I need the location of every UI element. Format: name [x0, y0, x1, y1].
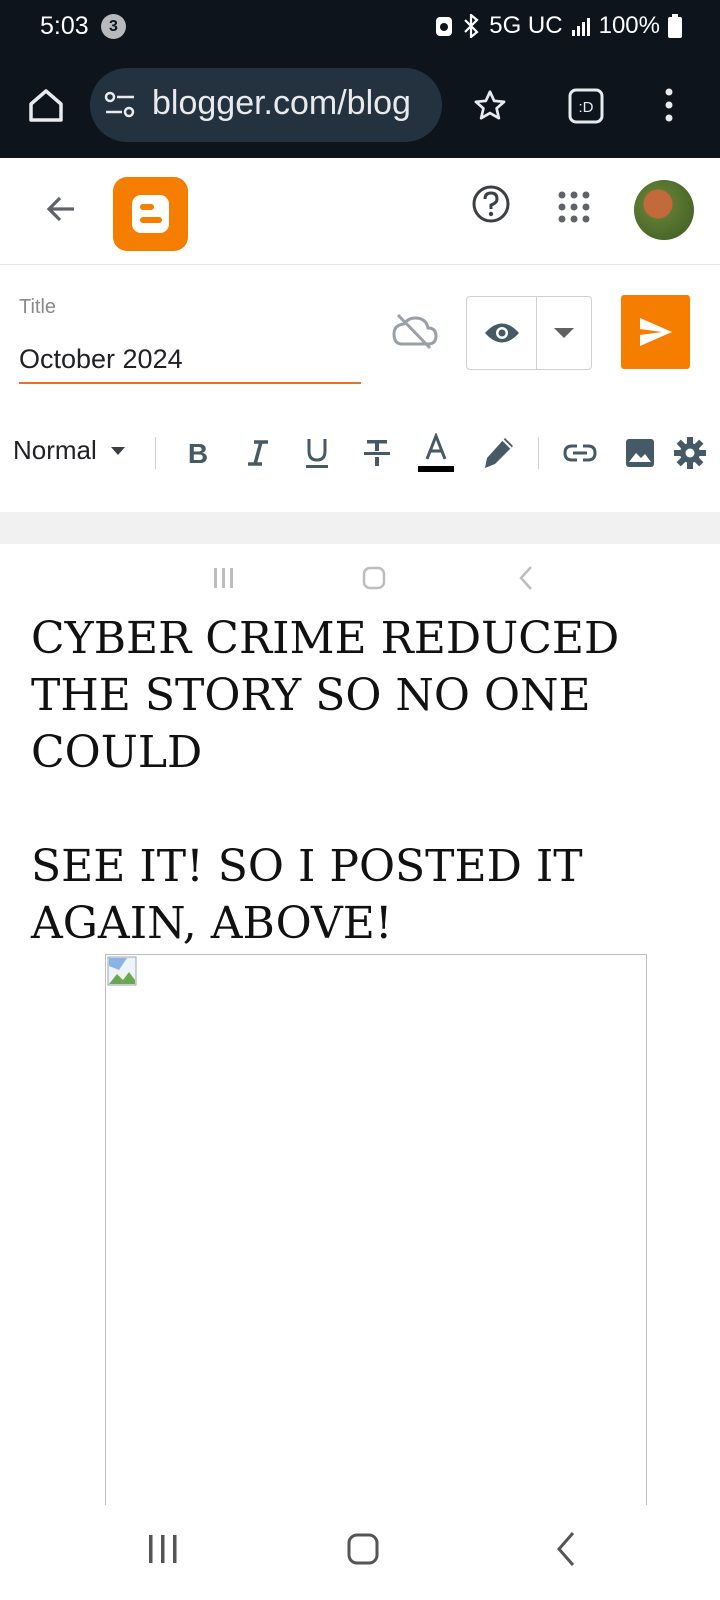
svg-text::D: :D: [579, 99, 594, 116]
bold-button[interactable]: B: [178, 433, 218, 473]
text-color-button[interactable]: [417, 433, 455, 473]
recent-apps-icon[interactable]: [148, 1533, 178, 1565]
system-navigation-bar: [0, 1505, 720, 1600]
home-icon[interactable]: [27, 86, 65, 124]
url-text[interactable]: blogger.com/blog: [152, 84, 411, 123]
blogger-logo-icon: [132, 195, 169, 233]
link-icon: [563, 444, 597, 462]
send-icon: [639, 318, 672, 346]
title-label: Title: [19, 296, 57, 318]
eye-icon: [484, 323, 519, 343]
help-icon[interactable]: [471, 184, 511, 224]
paragraph-format-label: Normal: [13, 435, 97, 465]
broken-image-icon: [107, 956, 137, 986]
apps-grid-icon[interactable]: [558, 191, 590, 223]
preview-button-group: [466, 296, 592, 370]
lock-notification-icon: [436, 17, 453, 36]
battery-icon: [668, 14, 682, 38]
status-indicators: 5G UC 100%: [435, 12, 682, 40]
blogger-header: [0, 158, 720, 265]
svg-text:B: B: [188, 439, 208, 467]
strikethrough-button[interactable]: [357, 433, 397, 473]
post-body-editor[interactable]: CYBER CRIME REDUCED THE STORY SO NO ONE …: [0, 544, 720, 1515]
bluetooth-icon: [464, 14, 479, 38]
broken-image-placeholder[interactable]: [105, 954, 647, 1515]
publish-button[interactable]: [621, 295, 690, 369]
back-nav-icon[interactable]: [556, 1531, 576, 1567]
post-title-input[interactable]: [19, 336, 361, 384]
battery-percent: 100%: [598, 12, 660, 39]
chevron-down-icon: [554, 328, 575, 338]
preview-dropdown-button[interactable]: [537, 297, 591, 369]
recent-apps-icon[interactable]: [212, 566, 236, 590]
blogger-logo[interactable]: [113, 177, 188, 251]
home-nav-icon[interactable]: [362, 566, 386, 590]
home-nav-icon[interactable]: [347, 1533, 379, 1565]
gear-icon: [674, 437, 706, 469]
site-settings-icon[interactable]: [104, 90, 136, 120]
user-avatar[interactable]: [634, 180, 694, 240]
address-bar[interactable]: blogger.com/blog: [90, 68, 442, 142]
highlight-button[interactable]: [478, 433, 518, 473]
toolbar-divider: [155, 437, 156, 469]
bookmark-star-icon[interactable]: [472, 88, 508, 124]
insert-image-button[interactable]: [620, 433, 660, 473]
insert-link-button[interactable]: [560, 433, 600, 473]
bold-icon: B: [188, 439, 208, 467]
signal-icon: [571, 18, 590, 36]
browser-toolbar: blogger.com/blog :D: [0, 52, 720, 160]
italic-button[interactable]: [238, 433, 278, 473]
underline-icon: [306, 439, 328, 468]
preview-button[interactable]: [467, 297, 538, 369]
paragraph-format-dropdown[interactable]: Normal: [13, 435, 125, 466]
settings-button[interactable]: [670, 433, 710, 473]
text-color-icon: [418, 433, 454, 472]
strikethrough-icon: [364, 440, 390, 466]
tab-switcher-icon[interactable]: :D: [567, 87, 605, 125]
italic-icon: [248, 440, 268, 466]
back-nav-icon[interactable]: [518, 565, 534, 591]
post-body-text[interactable]: CYBER CRIME REDUCED THE STORY SO NO ONE …: [31, 610, 720, 952]
formatting-toolbar: Normal B: [0, 405, 720, 505]
cloud-off-icon: [392, 313, 438, 350]
toolbar-divider: [538, 437, 539, 469]
status-bar: 5:03 3 5G UC 100%: [0, 0, 720, 52]
underline-button[interactable]: [297, 433, 337, 473]
image-icon: [626, 439, 654, 467]
editor-gutter: [0, 512, 720, 544]
network-type-label: 5G UC: [489, 12, 563, 39]
notification-count-badge: 3: [101, 14, 126, 39]
highlighter-pen-icon: [485, 438, 513, 468]
status-time: 5:03: [40, 12, 89, 40]
more-menu-icon[interactable]: [664, 86, 674, 124]
back-arrow-icon[interactable]: [44, 192, 78, 226]
floating-nav-overlay: [0, 560, 720, 596]
caret-down-icon: [110, 446, 125, 455]
